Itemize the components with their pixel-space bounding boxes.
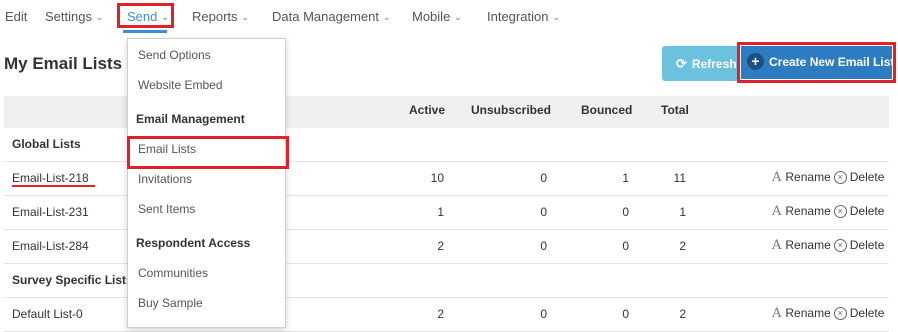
total-count: 11 bbox=[673, 171, 686, 185]
row-actions: A Rename × Delete bbox=[772, 306, 884, 321]
menu-item-invitations[interactable]: Invitations bbox=[138, 172, 192, 186]
active-count: 1 bbox=[437, 205, 444, 219]
x-circle-icon: × bbox=[833, 307, 847, 320]
unsubscribed-count: 0 bbox=[540, 205, 547, 219]
top-navigation: Edit Settings ⌄ Send ⌄ Reports ⌄ Data Manag… bbox=[0, 0, 898, 34]
header-active: Active bbox=[409, 103, 446, 117]
refresh-button[interactable]: ⟳ Refresh bbox=[662, 46, 739, 81]
menu-item-buy-sample[interactable]: Buy Sample bbox=[138, 296, 203, 310]
rename-link[interactable]: Rename bbox=[785, 306, 830, 320]
nav-edit[interactable]: Edit bbox=[5, 9, 27, 24]
header-unsubscribed: Unsubscribed bbox=[471, 103, 552, 117]
nav-settings[interactable]: Settings ⌄ bbox=[45, 9, 104, 24]
chevron-down-icon: ⌄ bbox=[241, 12, 250, 22]
list-name-link[interactable]: Email-List-218 bbox=[12, 171, 89, 185]
active-count: 10 bbox=[430, 171, 444, 185]
total-count: 2 bbox=[679, 307, 686, 321]
header-bounced: Bounced bbox=[581, 103, 633, 117]
total-count: 1 bbox=[679, 205, 686, 219]
active-count: 2 bbox=[437, 307, 444, 321]
unsubscribed-count: 0 bbox=[540, 307, 547, 321]
list-name-link[interactable]: Default List-0 bbox=[12, 307, 83, 321]
create-highlight-box bbox=[737, 42, 896, 83]
row-actions: A Rename × Delete bbox=[772, 204, 884, 219]
active-count: 2 bbox=[437, 239, 444, 253]
delete-link[interactable]: Delete bbox=[850, 306, 885, 320]
nav-mobile-label: Mobile bbox=[412, 9, 451, 24]
menu-item-sent-items[interactable]: Sent Items bbox=[138, 202, 195, 216]
delete-link[interactable]: Delete bbox=[850, 238, 885, 252]
font-a-icon: A bbox=[772, 306, 782, 321]
x-circle-icon: × bbox=[833, 205, 847, 218]
row-actions: A Rename × Delete bbox=[772, 238, 884, 253]
nav-mobile[interactable]: Mobile ⌄ bbox=[412, 9, 462, 24]
bounced-count: 0 bbox=[622, 239, 629, 253]
list-highlight-underline bbox=[12, 185, 95, 187]
x-circle-icon: × bbox=[833, 239, 847, 252]
unsubscribed-count: 0 bbox=[540, 239, 547, 253]
row-actions: A Rename × Delete bbox=[772, 170, 884, 185]
nav-data-management-label: Data Management bbox=[272, 9, 379, 24]
nav-edit-label: Edit bbox=[5, 9, 28, 24]
chevron-down-icon: ⌄ bbox=[382, 12, 391, 22]
refresh-button-label: Refresh bbox=[691, 57, 737, 71]
header-total: Total bbox=[661, 103, 689, 117]
chevron-down-icon: ⌄ bbox=[95, 12, 104, 22]
nav-reports[interactable]: Reports ⌄ bbox=[192, 9, 249, 24]
list-name-link[interactable]: Email-List-231 bbox=[12, 205, 89, 219]
bounced-count: 0 bbox=[622, 307, 629, 321]
nav-settings-label: Settings bbox=[45, 9, 92, 24]
send-dropdown-menu: Send Options Website Embed Email Managem… bbox=[127, 38, 286, 328]
menu-item-website-embed[interactable]: Website Embed bbox=[138, 78, 223, 92]
rename-link[interactable]: Rename bbox=[785, 238, 830, 252]
font-a-icon: A bbox=[772, 238, 782, 253]
bounced-count: 1 bbox=[622, 171, 629, 185]
font-a-icon: A bbox=[772, 170, 782, 185]
nav-integration-label: Integration bbox=[487, 9, 549, 24]
refresh-icon: ⟳ bbox=[676, 56, 687, 71]
total-count: 2 bbox=[679, 239, 686, 253]
active-tab-indicator bbox=[123, 30, 167, 33]
group-label: Global Lists bbox=[12, 137, 81, 151]
page-title: My Email Lists bbox=[4, 54, 123, 73]
chevron-down-icon: ⌄ bbox=[552, 12, 560, 22]
menu-item-communities[interactable]: Communities bbox=[138, 266, 208, 280]
menu-item-send-options[interactable]: Send Options bbox=[138, 48, 211, 62]
bounced-count: 0 bbox=[622, 205, 629, 219]
unsubscribed-count: 0 bbox=[540, 171, 547, 185]
menu-section-respondent-access: Respondent Access bbox=[136, 236, 251, 250]
nav-reports-label: Reports bbox=[192, 9, 238, 24]
nav-integration[interactable]: Integration ⌄ bbox=[487, 9, 560, 24]
delete-link[interactable]: Delete bbox=[850, 204, 885, 218]
x-circle-icon: × bbox=[833, 171, 847, 184]
chevron-down-icon: ⌄ bbox=[454, 12, 462, 22]
send-highlight-box bbox=[117, 3, 174, 28]
font-a-icon: A bbox=[772, 204, 782, 219]
nav-data-management[interactable]: Data Management ⌄ bbox=[272, 9, 391, 24]
group-label: Survey Specific Lists bbox=[12, 273, 133, 287]
delete-link[interactable]: Delete bbox=[850, 170, 885, 184]
rename-link[interactable]: Rename bbox=[785, 204, 830, 218]
email-lists-highlight-box bbox=[127, 136, 289, 169]
menu-section-email-management: Email Management bbox=[136, 112, 245, 126]
list-name-link[interactable]: Email-List-284 bbox=[12, 239, 89, 253]
rename-link[interactable]: Rename bbox=[785, 170, 830, 184]
